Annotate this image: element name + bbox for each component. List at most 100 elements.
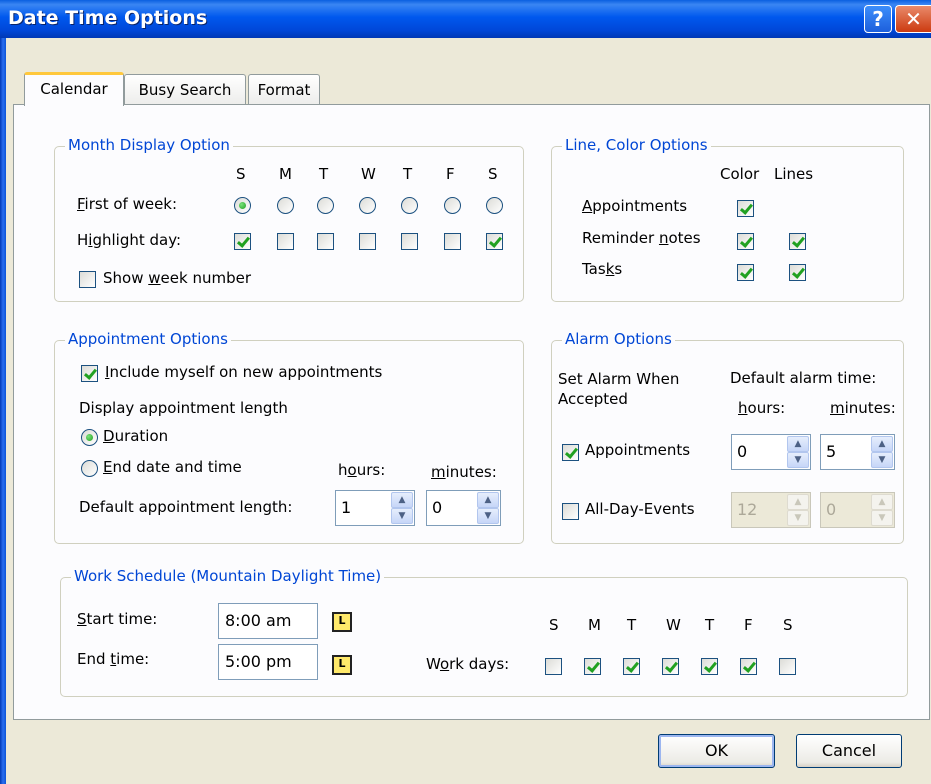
work-day-header: S bbox=[549, 616, 559, 634]
close-button[interactable]: ✕ bbox=[895, 5, 931, 33]
tasks-color-checkbox[interactable] bbox=[737, 264, 754, 281]
alarm-appt-minutes-spinner[interactable]: 5 ▲ ▼ bbox=[820, 434, 895, 470]
month-day-header: T bbox=[319, 165, 329, 183]
duration-radio[interactable] bbox=[81, 429, 98, 446]
alarm-appointments-checkbox[interactable] bbox=[562, 444, 579, 461]
start-time-input[interactable]: 8:00 am bbox=[218, 603, 318, 639]
appointments-color-label: Appointments bbox=[582, 197, 688, 215]
appt-minutes-label: minutes: bbox=[431, 463, 497, 481]
end-time-label: End time: bbox=[77, 650, 150, 668]
month-day-header: W bbox=[361, 165, 376, 183]
first-of-week-radio[interactable] bbox=[359, 197, 376, 214]
reminder-lines-checkbox[interactable] bbox=[789, 233, 806, 250]
display-length-label: Display appointment length bbox=[79, 399, 288, 417]
arrow-down-icon: ▼ bbox=[871, 510, 893, 526]
alarm-all-day-minutes-value: 0 bbox=[826, 500, 837, 519]
arrow-up-icon: ▲ bbox=[787, 494, 809, 510]
appointment-options-group: Appointment Options Include myself on ne… bbox=[54, 330, 524, 544]
arrow-up-icon[interactable]: ▲ bbox=[477, 492, 499, 508]
include-myself-checkbox[interactable] bbox=[81, 365, 98, 382]
appt-hours-value: 1 bbox=[341, 498, 352, 517]
work-day-header: T bbox=[627, 616, 637, 634]
appointment-options-legend: Appointment Options bbox=[65, 330, 231, 348]
work-day-checkbox[interactable] bbox=[662, 658, 679, 675]
calendar-tab-panel: Month Display Option S M T W T F S First of we… bbox=[13, 104, 930, 720]
reminder-color-checkbox[interactable] bbox=[737, 233, 754, 250]
work-day-checkbox[interactable] bbox=[740, 658, 757, 675]
date-time-options-dialog: Date Time Options ? ✕ Calendar Busy Sear… bbox=[0, 0, 931, 784]
arrow-up-icon: ▲ bbox=[871, 494, 893, 510]
arrow-down-icon[interactable]: ▼ bbox=[391, 508, 413, 524]
arrow-down-icon[interactable]: ▼ bbox=[871, 452, 893, 468]
month-day-header: S bbox=[236, 165, 246, 183]
end-time-input[interactable]: 5:00 pm bbox=[218, 644, 318, 680]
highlight-day-checkbox[interactable] bbox=[234, 233, 251, 250]
dialog-title: Date Time Options bbox=[8, 7, 208, 29]
work-day-checkbox[interactable] bbox=[545, 658, 562, 675]
appt-minutes-spinner[interactable]: 0 ▲ ▼ bbox=[426, 490, 501, 526]
work-schedule-group: Work Schedule (Mountain Daylight Time) S… bbox=[60, 567, 908, 697]
tasks-lines-checkbox[interactable] bbox=[789, 264, 806, 281]
alarm-appt-hours-value: 0 bbox=[737, 442, 748, 461]
appt-minutes-value: 0 bbox=[432, 498, 443, 517]
arrow-up-icon[interactable]: ▲ bbox=[871, 436, 893, 452]
title-bar[interactable]: Date Time Options ? ✕ bbox=[0, 0, 931, 38]
start-time-clock-icon[interactable]: L bbox=[332, 612, 352, 632]
appt-hours-spinner[interactable]: 1 ▲ ▼ bbox=[335, 490, 415, 526]
arrow-down-icon[interactable]: ▼ bbox=[477, 508, 499, 524]
month-day-header: F bbox=[446, 165, 455, 183]
work-day-checkbox[interactable] bbox=[779, 658, 796, 675]
arrow-up-icon[interactable]: ▲ bbox=[787, 436, 809, 452]
tab-format[interactable]: Format bbox=[248, 74, 320, 106]
appointments-color-checkbox[interactable] bbox=[737, 200, 754, 217]
alarm-options-legend: Alarm Options bbox=[562, 330, 675, 348]
tab-busy-search[interactable]: Busy Search bbox=[124, 74, 246, 106]
cancel-button[interactable]: Cancel bbox=[796, 734, 902, 768]
set-alarm-label: Set Alarm When Accepted bbox=[558, 370, 680, 408]
alarm-appointments-label: Appointments bbox=[585, 441, 691, 459]
first-of-week-radio[interactable] bbox=[317, 197, 334, 214]
first-of-week-radio[interactable] bbox=[486, 197, 503, 214]
ok-button[interactable]: OK bbox=[658, 734, 775, 768]
month-display-group: Month Display Option S M T W T F S First of we… bbox=[54, 136, 524, 302]
first-of-week-radio[interactable] bbox=[234, 197, 251, 214]
alarm-appt-hours-spinner[interactable]: 0 ▲ ▼ bbox=[731, 434, 811, 470]
first-of-week-radio[interactable] bbox=[401, 197, 418, 214]
start-time-label: Start time: bbox=[77, 610, 158, 628]
arrow-down-icon[interactable]: ▼ bbox=[787, 452, 809, 468]
highlight-day-checkbox[interactable] bbox=[359, 233, 376, 250]
appt-hours-label: hours: bbox=[338, 461, 386, 479]
highlight-day-checkbox[interactable] bbox=[401, 233, 418, 250]
arrow-down-icon: ▼ bbox=[787, 510, 809, 526]
tasks-label: Tasks bbox=[582, 260, 623, 278]
highlight-day-checkbox[interactable] bbox=[277, 233, 294, 250]
alarm-options-group: Alarm Options Set Alarm When Accepted De… bbox=[551, 330, 904, 544]
work-day-header: W bbox=[666, 616, 681, 634]
work-day-checkbox[interactable] bbox=[701, 658, 718, 675]
work-day-header: S bbox=[783, 616, 793, 634]
first-of-week-radio[interactable] bbox=[277, 197, 294, 214]
work-day-checkbox[interactable] bbox=[584, 658, 601, 675]
alarm-all-day-checkbox[interactable] bbox=[562, 503, 579, 520]
window-frame bbox=[0, 38, 6, 784]
help-button[interactable]: ? bbox=[864, 5, 892, 33]
alarm-all-day-hours-spinner: 12 ▲ ▼ bbox=[731, 492, 811, 528]
tab-calendar[interactable]: Calendar bbox=[24, 72, 124, 106]
highlight-day-checkbox[interactable] bbox=[444, 233, 461, 250]
line-color-group: Line, Color Options Color Lines Appointm… bbox=[551, 136, 904, 302]
month-day-header: S bbox=[488, 165, 498, 183]
month-day-header: T bbox=[403, 165, 413, 183]
default-alarm-time-label: Default alarm time: bbox=[730, 369, 877, 387]
first-of-week-radio[interactable] bbox=[444, 197, 461, 214]
show-week-number-checkbox[interactable] bbox=[79, 271, 96, 288]
highlight-day-checkbox[interactable] bbox=[486, 233, 503, 250]
duration-label: Duration bbox=[103, 427, 169, 445]
alarm-all-day-label: All-Day-Events bbox=[585, 500, 695, 518]
highlight-day-checkbox[interactable] bbox=[317, 233, 334, 250]
end-date-radio[interactable] bbox=[81, 460, 98, 477]
work-day-checkbox[interactable] bbox=[623, 658, 640, 675]
include-myself-label: Include myself on new appointments bbox=[105, 363, 383, 381]
end-time-clock-icon[interactable]: L bbox=[332, 655, 352, 675]
arrow-up-icon[interactable]: ▲ bbox=[391, 492, 413, 508]
end-date-label: End date and time bbox=[103, 458, 242, 476]
